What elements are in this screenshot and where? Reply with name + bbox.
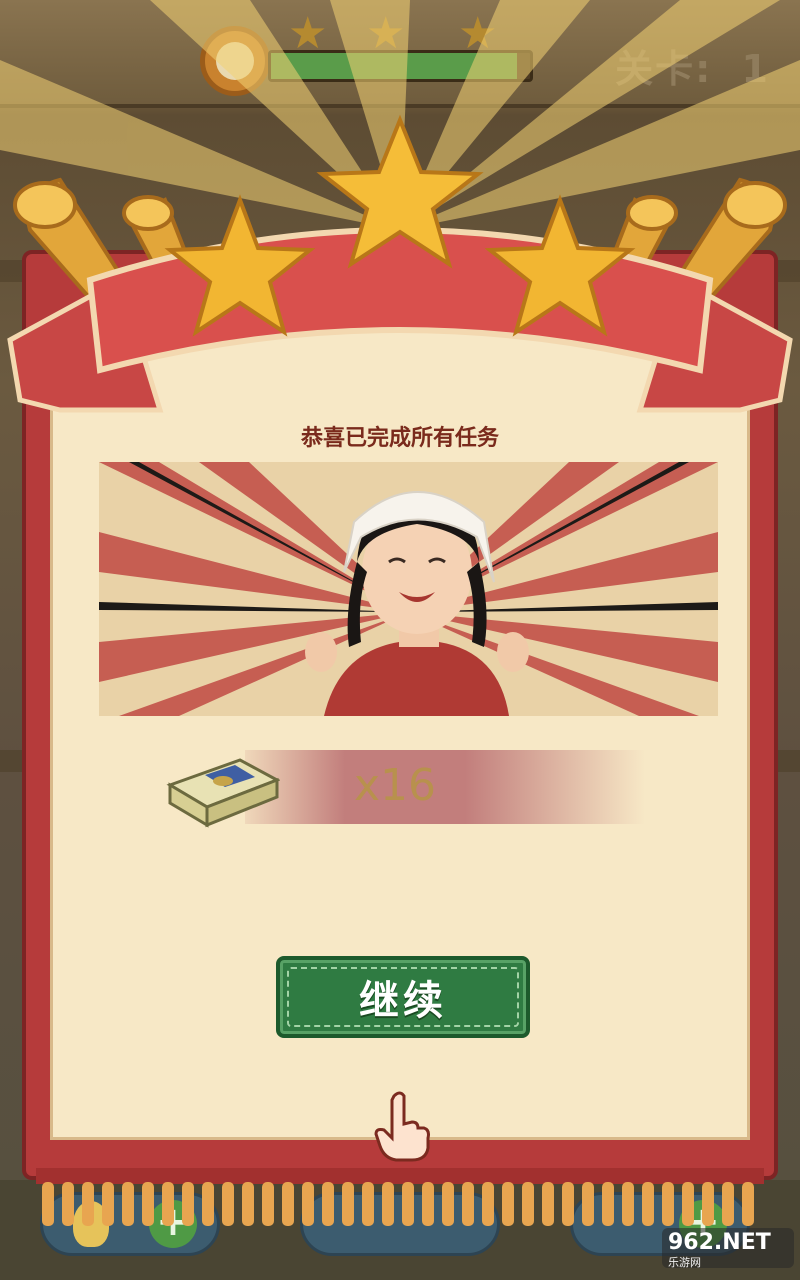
continue-button[interactable]: 继续 [276,956,530,1038]
panel-fringe [36,1168,764,1226]
watermark-brand: 962.NET [668,1230,771,1255]
reward-count: x16 [354,760,437,811]
pointing-hand-icon [374,1091,430,1162]
completion-message: 恭喜已完成所有任务 [300,426,499,451]
cash-stack-icon [166,758,280,828]
watermark-caption: 乐游网 [668,1256,701,1269]
character-illustration [99,462,718,716]
site-watermark: 962.NET 乐游网 [662,1228,794,1269]
reward-strip [245,750,645,824]
continue-button-label: 继续 [359,978,447,1024]
victory-banner [7,114,793,413]
